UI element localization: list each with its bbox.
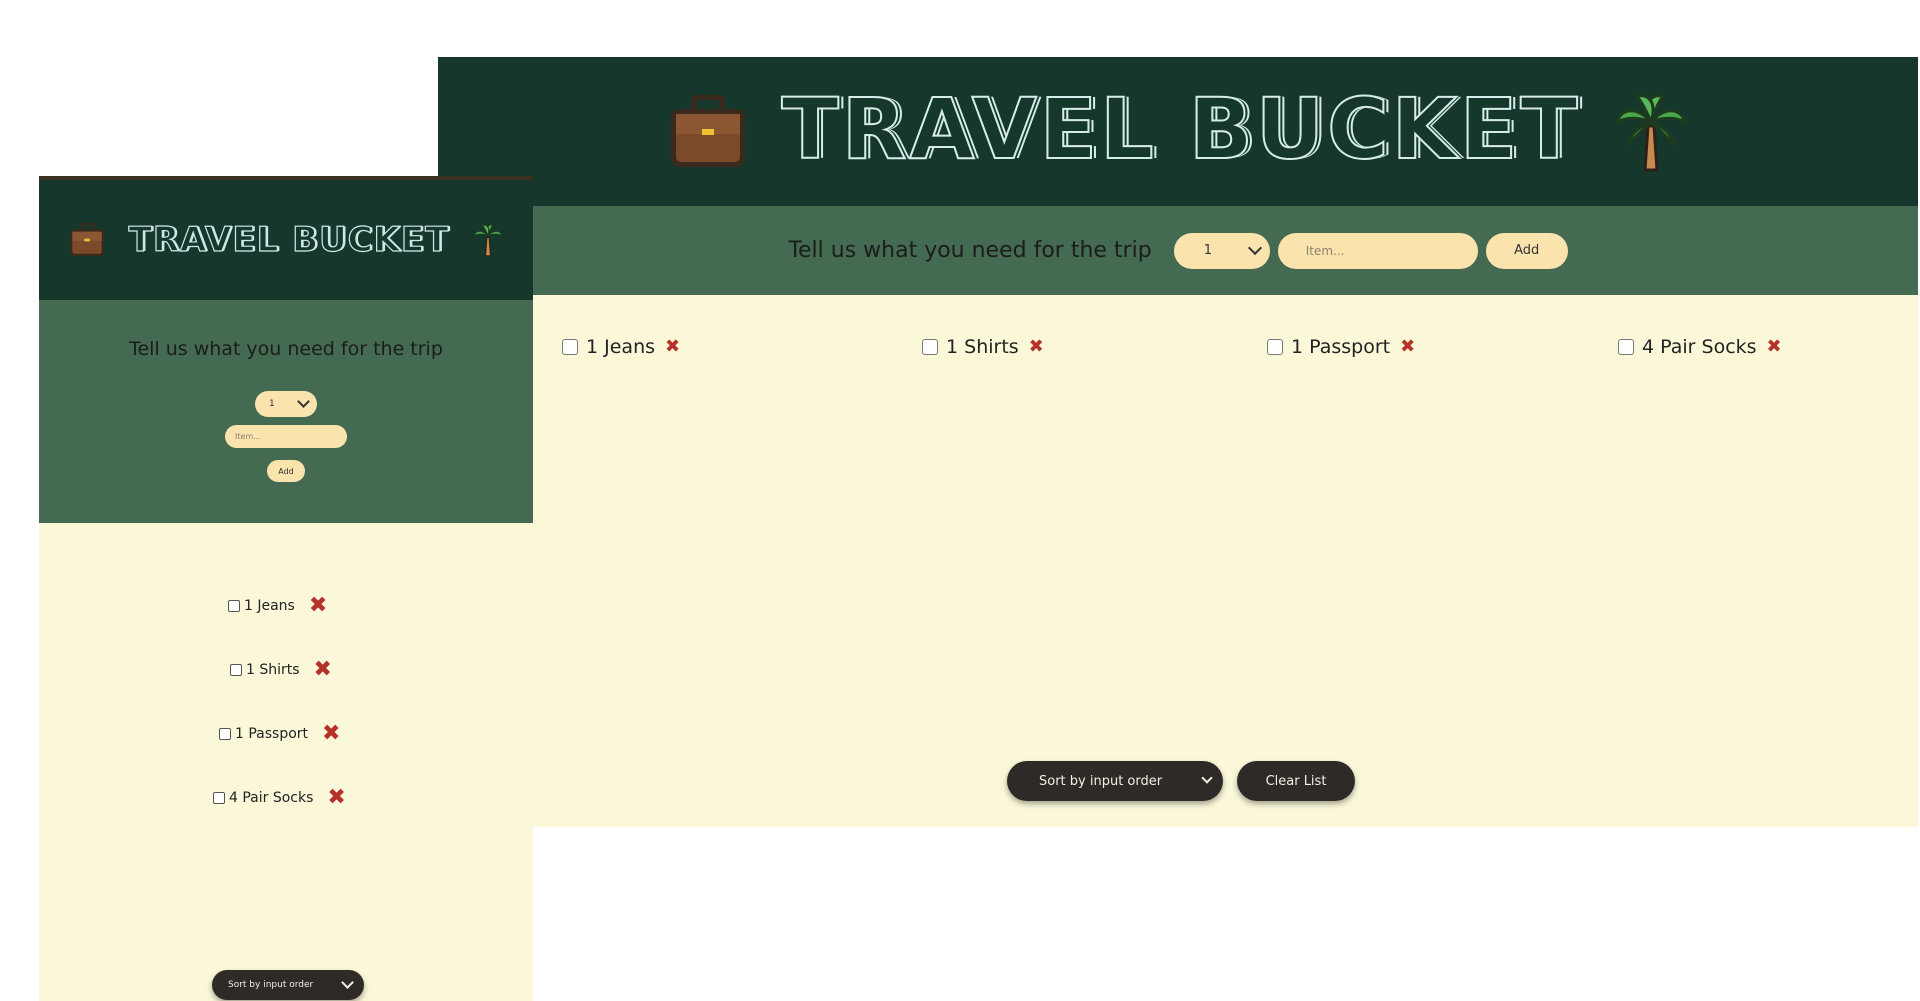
item-label: 1 Passport xyxy=(1291,336,1391,358)
quantity-value: 1 xyxy=(1203,243,1212,258)
chevron-down-icon xyxy=(297,395,310,408)
add-item-form: Tell us what you need for the trip 1 Add xyxy=(438,206,1918,295)
item-checkbox[interactable] xyxy=(213,792,225,804)
item-label: 1 Shirts xyxy=(246,662,300,678)
item-checkbox[interactable] xyxy=(230,664,242,676)
item-checkbox[interactable] xyxy=(1618,339,1634,355)
list-item: 1 Jeans ✖ xyxy=(562,336,680,358)
list-item: 1 Jeans ✖ xyxy=(228,595,327,617)
quantity-select[interactable]: 1 xyxy=(255,391,317,417)
list-item: 1 Shirts ✖ xyxy=(230,659,332,681)
list-actions: Sort by input order Clear List xyxy=(438,761,1918,803)
list-item: 4 Pair Socks ✖ xyxy=(1618,336,1782,358)
add-button[interactable]: Add xyxy=(267,460,305,482)
delete-x-icon[interactable]: ✖ xyxy=(1400,338,1415,356)
item-label: 1 Jeans xyxy=(586,336,656,358)
chevron-down-icon xyxy=(1201,772,1213,784)
delete-x-icon[interactable]: ✖ xyxy=(1029,338,1044,356)
desktop-view: TRAVEL BUCKET Tell us what you need for … xyxy=(438,57,1918,827)
item-label: 1 Passport xyxy=(235,726,309,742)
delete-x-icon[interactable]: ✖ xyxy=(1767,338,1782,356)
app-title: TRAVEL BUCKET xyxy=(128,220,450,260)
item-checkbox[interactable] xyxy=(1267,339,1283,355)
item-checkbox[interactable] xyxy=(922,339,938,355)
clear-list-button[interactable]: Clear List xyxy=(1237,761,1355,801)
list-item: 1 Passport ✖ xyxy=(219,723,340,745)
item-label: 4 Pair Socks xyxy=(229,790,314,806)
form-prompt: Tell us what you need for the trip xyxy=(788,238,1152,263)
delete-x-icon[interactable]: ✖ xyxy=(314,659,332,681)
sort-value: Sort by input order xyxy=(228,980,314,990)
palm-tree-icon xyxy=(1614,92,1687,172)
item-input[interactable] xyxy=(225,425,347,448)
delete-x-icon[interactable]: ✖ xyxy=(309,595,327,617)
form-prompt: Tell us what you need for the trip xyxy=(129,338,443,360)
chevron-down-icon xyxy=(341,976,354,989)
app-header: TRAVEL BUCKET xyxy=(39,180,533,300)
list-item: 4 Pair Socks ✖ xyxy=(213,787,346,809)
sort-value: Sort by input order xyxy=(1039,773,1163,789)
item-input[interactable] xyxy=(1277,232,1478,269)
delete-x-icon[interactable]: ✖ xyxy=(322,723,340,745)
briefcase-icon xyxy=(669,93,747,169)
item-label: 1 Shirts xyxy=(946,336,1019,358)
sort-select[interactable]: Sort by input order xyxy=(1007,761,1223,801)
add-button[interactable]: Add xyxy=(1485,232,1568,269)
mobile-view: TRAVEL BUCKET Tell us what you need for … xyxy=(39,176,533,1001)
item-label: 1 Jeans xyxy=(244,598,295,614)
app-title: TRAVEL BUCKET xyxy=(780,79,1581,178)
delete-x-icon[interactable]: ✖ xyxy=(665,338,680,356)
chevron-down-icon xyxy=(1247,240,1262,255)
briefcase-icon xyxy=(69,222,105,257)
list-item: 1 Passport ✖ xyxy=(1267,336,1415,358)
header-title-row: TRAVEL BUCKET xyxy=(438,57,1918,206)
packing-list xyxy=(438,295,1918,827)
quantity-value: 1 xyxy=(269,399,275,409)
delete-x-icon[interactable]: ✖ xyxy=(327,787,345,809)
item-checkbox[interactable] xyxy=(562,339,578,355)
quantity-select[interactable]: 1 xyxy=(1173,232,1270,269)
item-label: 4 Pair Socks xyxy=(1642,336,1757,358)
item-checkbox[interactable] xyxy=(219,728,231,740)
item-checkbox[interactable] xyxy=(228,600,240,612)
palm-tree-icon xyxy=(473,222,504,258)
sort-select[interactable]: Sort by input order xyxy=(212,970,364,1000)
list-item: 1 Shirts ✖ xyxy=(922,336,1044,358)
